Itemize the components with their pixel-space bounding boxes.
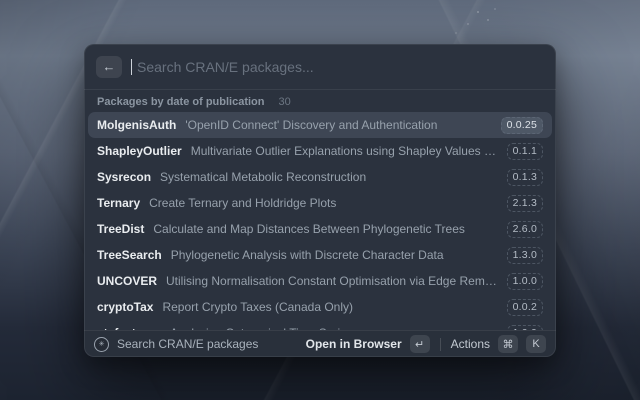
package-description: Report Crypto Taxes (Canada Only) (162, 300, 497, 314)
search-input[interactable]: Search CRAN/E packages... (137, 59, 314, 75)
search-bar: ← Search CRAN/E packages... (84, 44, 556, 89)
open-in-browser-action[interactable]: Open in Browser (306, 337, 402, 351)
text-caret (131, 59, 132, 75)
extension-glyph: ✳ (99, 341, 105, 348)
back-arrow-icon: ← (103, 59, 116, 74)
package-name: TreeSearch (97, 248, 162, 262)
footer-separator (440, 338, 441, 351)
package-version-badge: 0.1.1 (507, 143, 543, 160)
package-version-badge: 0.0.25 (501, 117, 543, 134)
raycast-window: ← Search CRAN/E packages... Packages by … (84, 44, 556, 357)
footer-command-label: Search CRAN/E packages (117, 337, 258, 351)
package-description: Calculate and Map Distances Between Phyl… (153, 222, 497, 236)
package-name: UNCOVER (97, 274, 157, 288)
package-description: Multivariate Outlier Explanations using … (191, 144, 498, 158)
package-description: Systematical Metabolic Reconstruction (160, 170, 498, 184)
command-key-icon: ⌘ (498, 335, 518, 353)
package-name: TreeDist (97, 222, 144, 236)
k-key-icon: K (526, 335, 546, 353)
section-header: Packages by date of publication 30 (84, 90, 556, 108)
section-count: 30 (279, 96, 291, 108)
package-row[interactable]: Ternary Create Ternary and Holdridge Plo… (88, 190, 552, 216)
footer-bar: ✳ Search CRAN/E packages Open in Browser… (84, 330, 556, 357)
package-name: MolgenisAuth (97, 118, 176, 132)
package-row[interactable]: ShapleyOutlier Multivariate Outlier Expl… (88, 138, 552, 164)
package-version-badge: 0.0.2 (507, 299, 543, 316)
package-name: Sysrecon (97, 170, 151, 184)
package-version-badge: 1.0.0 (507, 273, 543, 290)
actions-button[interactable]: Actions (451, 337, 490, 351)
package-row[interactable]: cryptoTax Report Crypto Taxes (Canada On… (88, 294, 552, 320)
package-name: cryptoTax (97, 300, 153, 314)
package-row[interactable]: UNCOVER Utilising Normalisation Constant… (88, 268, 552, 294)
return-key-icon: ↵ (410, 335, 430, 353)
package-row[interactable]: Sysrecon Systematical Metabolic Reconstr… (88, 164, 552, 190)
section-title: Packages by date of publication (97, 96, 265, 108)
package-row[interactable]: ctsfeatures Analyzing Categorical Time S… (88, 320, 552, 330)
package-description: Utilising Normalisation Constant Optimis… (166, 274, 498, 288)
package-description: Create Ternary and Holdridge Plots (149, 196, 498, 210)
package-name: Ternary (97, 196, 140, 210)
package-version-badge: 0.1.3 (507, 169, 543, 186)
package-row[interactable]: MolgenisAuth 'OpenID Connect' Discovery … (88, 112, 552, 138)
package-description: Phylogenetic Analysis with Discrete Char… (171, 248, 498, 262)
package-list: MolgenisAuth 'OpenID Connect' Discovery … (84, 108, 556, 330)
back-button[interactable]: ← (96, 56, 122, 78)
package-version-badge: 1.3.0 (507, 247, 543, 264)
package-version-badge: 2.1.3 (507, 195, 543, 212)
crane-extension-icon: ✳ (94, 337, 109, 352)
package-description: 'OpenID Connect' Discovery and Authentic… (185, 118, 491, 132)
package-row[interactable]: TreeDist Calculate and Map Distances Bet… (88, 216, 552, 242)
package-version-badge: 2.6.0 (507, 221, 543, 238)
package-name: ShapleyOutlier (97, 144, 182, 158)
package-row[interactable]: TreeSearch Phylogenetic Analysis with Di… (88, 242, 552, 268)
